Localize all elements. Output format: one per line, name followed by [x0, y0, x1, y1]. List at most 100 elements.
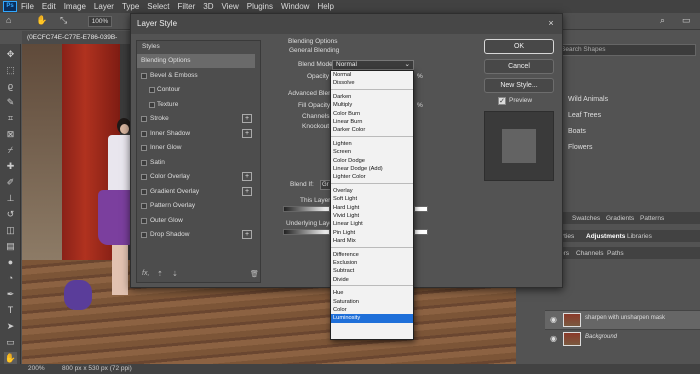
blend-mode-option[interactable]: Multiply: [331, 101, 413, 109]
blend-mode-option[interactable]: Hard Mix: [331, 237, 413, 245]
zoom-icon[interactable]: ⤡: [60, 15, 67, 26]
brush-tool-icon[interactable]: ✐: [4, 176, 17, 188]
type-tool-icon[interactable]: T: [4, 304, 17, 316]
blend-mode-option[interactable]: Color: [331, 306, 413, 314]
blend-mode-option[interactable]: Linear Burn: [331, 118, 413, 126]
visibility-eye-icon[interactable]: ◉: [550, 315, 557, 324]
blur-tool-icon[interactable]: ●: [4, 256, 17, 268]
blend-mode-option[interactable]: Lighter Color: [331, 173, 413, 181]
blend-mode-option[interactable]: Color Dodge: [331, 157, 413, 165]
shape-group-wild-animals[interactable]: Wild Animals: [568, 94, 700, 105]
tab-channels[interactable]: Channels: [576, 248, 603, 259]
frame-tool-icon[interactable]: ⊠: [4, 128, 17, 140]
hand-tool-icon[interactable]: ✋: [4, 352, 17, 364]
style-item-bevel-emboss[interactable]: Bevel & Emboss: [137, 69, 255, 83]
hand-tool-icon[interactable]: ✋: [36, 15, 47, 26]
style-checkbox[interactable]: [141, 159, 147, 166]
app-logo[interactable]: Ps: [3, 1, 17, 12]
healing-tool-icon[interactable]: ✚: [4, 160, 17, 172]
style-checkbox[interactable]: [141, 174, 147, 180]
tab-swatches[interactable]: Swatches: [572, 213, 600, 224]
new-style-button[interactable]: New Style...: [484, 78, 554, 93]
style-checkbox[interactable]: [141, 217, 147, 224]
menu-filter[interactable]: Filter: [178, 2, 196, 11]
blend-mode-option[interactable]: Saturation: [331, 298, 413, 306]
style-checkbox[interactable]: [141, 232, 147, 238]
marquee-tool-icon[interactable]: ⬚: [4, 64, 17, 76]
underlying-layer-slider-end[interactable]: [414, 229, 428, 235]
layer-row-background[interactable]: ◉ Background: [545, 329, 700, 348]
blend-mode-option[interactable]: Linear Light: [331, 220, 413, 228]
gradient-tool-icon[interactable]: ▤: [4, 240, 17, 252]
pen-tool-icon[interactable]: ✒: [4, 288, 17, 300]
add-effect-icon[interactable]: +: [242, 128, 252, 138]
menu-select[interactable]: Select: [147, 2, 169, 11]
style-item-color-overlay[interactable]: Color Overlay +: [137, 170, 255, 184]
menu-help[interactable]: Help: [317, 2, 333, 11]
visibility-eye-icon[interactable]: ◉: [550, 334, 557, 343]
menu-view[interactable]: View: [222, 2, 239, 11]
add-effect-icon[interactable]: +: [242, 230, 252, 239]
style-item-contour[interactable]: Contour: [137, 83, 255, 97]
move-up-icon[interactable]: ⇡: [157, 270, 163, 278]
blend-mode-option[interactable]: Screen: [331, 148, 413, 156]
style-checkbox[interactable]: [141, 203, 147, 209]
blend-mode-select[interactable]: Normal ⌄: [332, 60, 414, 70]
shapes-search-input[interactable]: Search Shapes: [556, 44, 696, 56]
add-effect-icon[interactable]: +: [242, 186, 252, 196]
lasso-tool-icon[interactable]: ϱ: [4, 80, 17, 92]
tab-patterns[interactable]: Patterns: [640, 213, 664, 224]
menu-window[interactable]: Window: [281, 2, 309, 11]
blend-mode-option[interactable]: Lighten: [331, 140, 413, 148]
tab-properties[interactable]: rties: [562, 231, 574, 242]
status-zoom[interactable]: 200%: [28, 364, 45, 374]
style-checkbox[interactable]: [149, 101, 155, 108]
add-effect-icon[interactable]: +: [242, 172, 252, 181]
blend-mode-option[interactable]: Darker Color: [331, 126, 413, 134]
shape-group-flowers[interactable]: Flowers: [568, 142, 700, 153]
blend-mode-option[interactable]: Color Burn: [331, 110, 413, 118]
style-item-gradient-overlay[interactable]: Gradient Overlay +: [137, 185, 255, 199]
style-item-drop-shadow[interactable]: Drop Shadow +: [137, 228, 255, 242]
blend-mode-option[interactable]: Linear Dodge (Add): [331, 165, 413, 173]
style-checkbox[interactable]: [141, 116, 147, 122]
workspace-icon[interactable]: ▭: [682, 15, 691, 26]
blend-mode-option[interactable]: Exclusion: [331, 259, 413, 267]
shape-group-leaf-trees[interactable]: Leaf Trees: [568, 110, 700, 121]
trash-icon[interactable]: 🗑: [250, 270, 259, 278]
menu-type[interactable]: Type: [122, 2, 139, 11]
menu-edit[interactable]: Edit: [42, 2, 56, 11]
blend-mode-option[interactable]: Luminosity: [331, 314, 413, 323]
blend-mode-option[interactable]: Subtract: [331, 267, 413, 275]
style-item-inner-glow[interactable]: Inner Glow: [137, 141, 255, 155]
style-item-stroke[interactable]: Stroke +: [137, 112, 255, 126]
style-checkbox[interactable]: [141, 130, 147, 137]
tab-libraries[interactable]: Libraries: [627, 231, 652, 242]
blend-mode-option[interactable]: Pin Light: [331, 229, 413, 237]
cancel-button[interactable]: Cancel: [484, 59, 554, 74]
quick-select-tool-icon[interactable]: ✎: [4, 96, 17, 108]
style-item-texture[interactable]: Texture: [137, 98, 255, 112]
layer-row-sharpen[interactable]: ◉ sharpen with unsharpen mask: [545, 310, 700, 329]
menu-layer[interactable]: Layer: [94, 2, 114, 11]
blend-mode-option[interactable]: Vivid Light: [331, 212, 413, 220]
menu-plugins[interactable]: Plugins: [247, 2, 273, 11]
this-layer-slider-end[interactable]: [414, 206, 428, 212]
tab-paths[interactable]: Paths: [607, 248, 624, 259]
blend-mode-option[interactable]: Soft Light: [331, 195, 413, 203]
dodge-tool-icon[interactable]: ◔: [4, 272, 17, 284]
menu-image[interactable]: Image: [64, 2, 86, 11]
style-item-inner-shadow[interactable]: Inner Shadow +: [137, 127, 255, 141]
shape-group-boats[interactable]: Boats: [568, 126, 700, 137]
blend-mode-option[interactable]: Difference: [331, 251, 413, 259]
blend-mode-option[interactable]: Darken: [331, 93, 413, 101]
style-item-outer-glow[interactable]: Outer Glow: [137, 214, 255, 228]
fx-icon[interactable]: fx,: [142, 270, 149, 277]
style-item-satin[interactable]: Satin: [137, 156, 255, 170]
home-icon[interactable]: ⌂: [6, 15, 11, 25]
eyedropper-tool-icon[interactable]: ⌿: [4, 144, 17, 156]
preview-checkbox[interactable]: ✓: [498, 97, 506, 105]
this-layer-slider[interactable]: [283, 206, 330, 212]
menu-file[interactable]: File: [21, 2, 34, 11]
tab-gradients[interactable]: Gradients: [606, 213, 634, 224]
